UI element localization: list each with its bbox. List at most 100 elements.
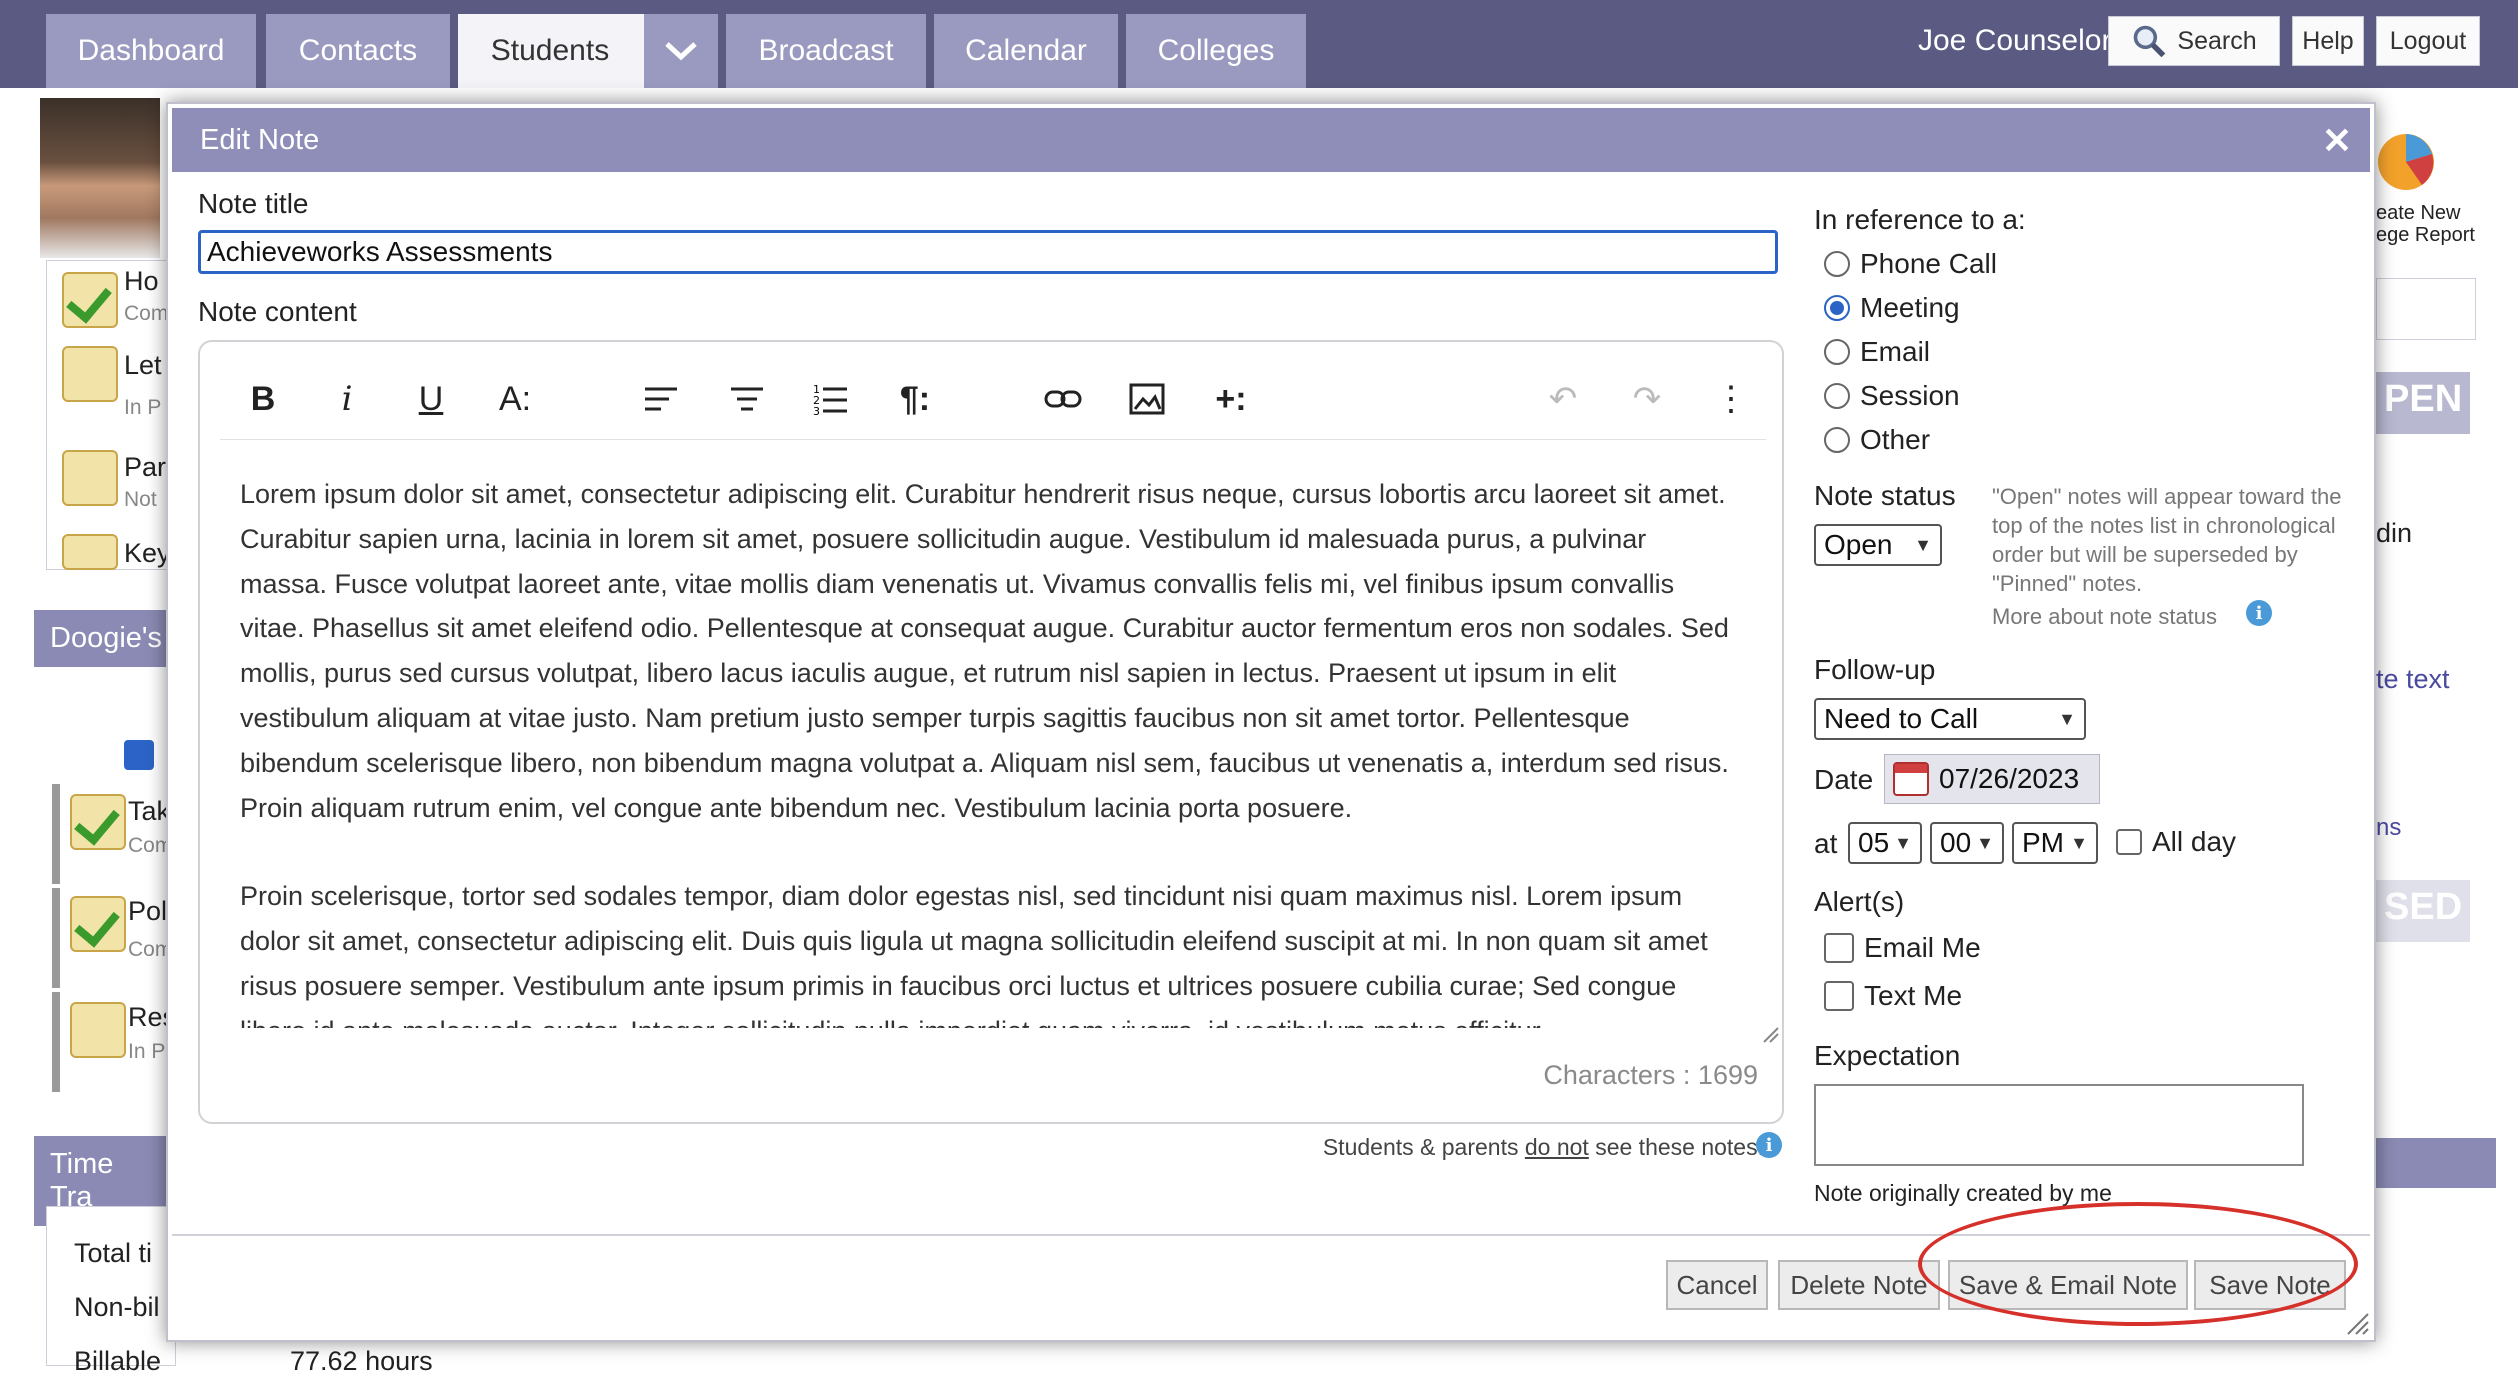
reference-option-email[interactable]: Email	[1824, 336, 1930, 368]
underline-icon[interactable]: U	[404, 372, 458, 426]
note-title-label: Note title	[198, 188, 309, 219]
note-content-label: Note content	[198, 296, 357, 327]
right-section-header	[2376, 1138, 2496, 1188]
reference-option-other[interactable]: Other	[1824, 424, 1930, 456]
students-dropdown-button[interactable]	[642, 14, 718, 88]
tab-broadcast[interactable]: Broadcast	[726, 14, 926, 88]
tab-calendar[interactable]: Calendar	[934, 14, 1118, 88]
info-icon[interactable]: i	[2246, 600, 2272, 626]
date-value: 07/26/2023	[1939, 763, 2080, 794]
italic-icon[interactable]: i	[320, 372, 374, 426]
hour-select[interactable]: 05 ▼	[1848, 822, 1922, 864]
task-complete-icon	[70, 896, 126, 952]
tab-students[interactable]: Students	[458, 14, 642, 88]
tab-colleges[interactable]: Colleges	[1126, 14, 1306, 88]
right-search-box[interactable]	[2376, 278, 2476, 340]
radio-button[interactable]	[1824, 251, 1850, 277]
info-icon[interactable]: i	[1756, 1132, 1782, 1158]
reference-option-session[interactable]: Session	[1824, 380, 1960, 412]
section-checkbox[interactable]	[124, 740, 154, 770]
all-day-checkbox[interactable]	[2116, 829, 2142, 855]
chevron-down-icon: ▼	[2058, 708, 2076, 729]
radio-button[interactable]	[1824, 339, 1850, 365]
resize-grip-icon[interactable]	[1760, 1024, 1780, 1044]
search-button[interactable]: Search	[2108, 16, 2280, 66]
alerts-label: Alert(s)	[1814, 886, 1905, 917]
right-link[interactable]: te text	[2376, 664, 2450, 695]
task-title: Key	[124, 538, 171, 568]
task-note-icon	[62, 534, 118, 570]
content-paragraph: Proin scelerisque, tortor sed sodales te…	[240, 881, 1708, 1028]
help-button[interactable]: Help	[2292, 16, 2364, 66]
radio-button-selected[interactable]	[1824, 295, 1850, 321]
reference-option-phone-call[interactable]: Phone Call	[1824, 248, 1997, 280]
align-left-icon[interactable]	[634, 372, 688, 426]
task-gear-icon	[62, 346, 118, 402]
section-header: Doogie's	[34, 610, 174, 667]
do-not-link[interactable]: do not	[1525, 1134, 1589, 1160]
alert-text-option[interactable]: Text Me	[1824, 980, 1962, 1012]
content-paragraph: Lorem ipsum dolor sit amet, consectetur …	[240, 479, 1729, 823]
note-status-select[interactable]: Open ▼	[1814, 524, 1942, 566]
radio-button[interactable]	[1824, 383, 1850, 409]
expectation-textarea[interactable]	[1814, 1084, 2304, 1166]
time-row-label: Total ti	[74, 1238, 153, 1268]
ampm-select[interactable]: PM ▼	[2012, 822, 2098, 864]
logout-button[interactable]: Logout	[2376, 16, 2480, 66]
redo-icon[interactable]: ↷	[1620, 372, 1674, 426]
align-center-icon[interactable]	[720, 372, 774, 426]
ordered-list-icon[interactable]: 123	[804, 372, 858, 426]
follow-up-select[interactable]: Need to Call ▼	[1814, 698, 2086, 740]
status-more-link[interactable]: More about note status	[1992, 604, 2217, 630]
task-title: Pol	[128, 896, 168, 926]
modal-resize-icon[interactable]	[2344, 1310, 2370, 1336]
task-complete-icon	[70, 794, 126, 850]
chevron-down-icon	[665, 42, 697, 61]
close-icon[interactable]: ✕	[2322, 120, 2352, 162]
reference-option-meeting[interactable]: Meeting	[1824, 292, 1960, 324]
chevron-down-icon: ▼	[1976, 832, 1994, 853]
task-title: Par	[124, 452, 167, 482]
paragraph-format-icon[interactable]: ¶:	[888, 372, 942, 426]
time-row-label: Billable	[74, 1346, 162, 1376]
date-picker[interactable]: 07/26/2023	[1884, 754, 2100, 804]
status-help-text: "Open" notes will appear toward the top …	[1992, 484, 2342, 596]
undo-icon[interactable]: ↶	[1536, 372, 1590, 426]
image-icon[interactable]	[1120, 372, 1174, 426]
time-row-label: Non-bil	[74, 1292, 160, 1322]
calendar-icon[interactable]	[1893, 762, 1929, 796]
time-row-value: 77.62 hours	[290, 1346, 433, 1376]
save-note-button[interactable]: Save Note	[2194, 1260, 2346, 1310]
text-me-checkbox[interactable]	[1824, 981, 1854, 1011]
link-icon[interactable]	[1036, 372, 1090, 426]
task-divider	[52, 888, 60, 988]
save-and-email-note-button[interactable]: Save & Email Note	[1948, 1260, 2188, 1310]
all-day-option[interactable]: All day	[2116, 826, 2236, 858]
search-icon	[2134, 25, 2166, 58]
alert-email-option[interactable]: Email Me	[1824, 932, 1981, 964]
minute-select[interactable]: 00 ▼	[1930, 822, 2004, 864]
tab-dashboard[interactable]: Dashboard	[46, 14, 256, 88]
task-status: In P	[128, 1040, 166, 1063]
modal-title: Edit Note	[200, 123, 320, 156]
email-me-checkbox[interactable]	[1824, 933, 1854, 963]
rich-text-editor[interactable]: B i U A: 123 ¶: +: ↶ ↷ ⋮ Lorem ipsum dol…	[198, 340, 1784, 1124]
cancel-button[interactable]: Cancel	[1666, 1260, 1768, 1310]
font-size-icon[interactable]: A:	[488, 372, 542, 426]
tab-contacts[interactable]: Contacts	[266, 14, 450, 88]
chevron-down-icon: ▼	[1914, 534, 1932, 555]
task-gear-icon	[70, 1002, 126, 1058]
note-title-input[interactable]	[198, 230, 1778, 274]
create-report-link[interactable]: eate New	[2376, 202, 2461, 225]
privacy-note: Students & parents do not see these note…	[1322, 1134, 1764, 1160]
delete-note-button[interactable]: Delete Note	[1778, 1260, 1940, 1310]
more-icon[interactable]: ⋮	[1704, 372, 1758, 426]
radio-button[interactable]	[1824, 427, 1850, 453]
note-content-text[interactable]: Lorem ipsum dolor sit amet, consectetur …	[240, 472, 1740, 1028]
bold-icon[interactable]: B	[236, 372, 290, 426]
task-status: Not	[124, 488, 157, 511]
right-link[interactable]: ns	[2376, 814, 2401, 842]
task-note-icon	[62, 450, 118, 506]
insert-more-icon[interactable]: +:	[1204, 372, 1258, 426]
create-report-link-line2[interactable]: ege Report	[2376, 224, 2475, 247]
